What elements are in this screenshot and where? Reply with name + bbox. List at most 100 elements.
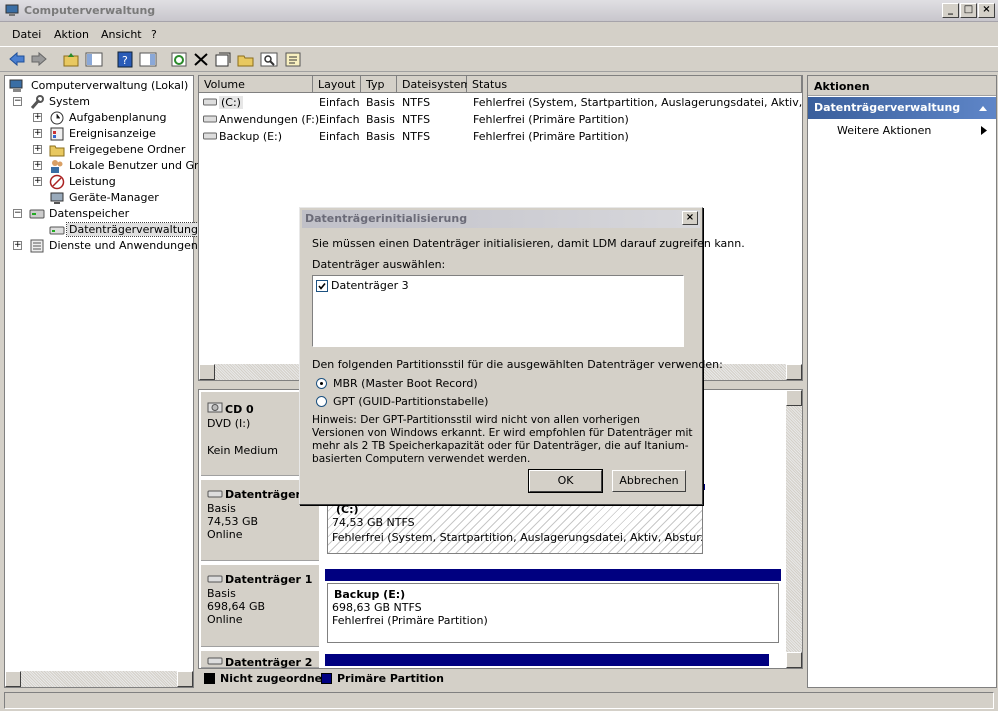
radio-mbr-label[interactable]: MBR (Master Boot Record) [333,377,478,390]
tree-label: Leistung [69,175,116,188]
scroll-up-button[interactable] [786,390,802,406]
tree-label: Datenspeicher [49,207,130,220]
tree-label: Dienste und Anwendungen [49,239,198,252]
tree-label: Geräte-Manager [69,191,159,204]
legend-swatch-primary [321,673,332,684]
menu-datei[interactable]: Datei [12,28,41,41]
disk-state: Online [207,528,243,541]
partition-size: 74,53 GB NTFS [332,516,415,529]
scroll-right-button[interactable] [786,364,802,380]
refresh-icon[interactable] [170,51,188,68]
cancel-button[interactable]: Abbrechen [612,470,686,492]
disk-line: DVD (I:) [207,417,251,430]
actions-section[interactable]: Datenträgerverwaltung [808,97,996,119]
menu-ansicht[interactable]: Ansicht [101,28,142,41]
delete-icon[interactable] [192,51,210,68]
services-icon [30,239,44,253]
window-title: Computerverwaltung [24,4,156,17]
back-icon[interactable] [8,51,26,68]
device-manager-icon [50,192,64,204]
show-hide-tree-icon[interactable] [85,51,103,68]
tree-item-system[interactable]: − System [11,94,191,110]
dialog-intro: Sie müssen einen Datenträger initialisie… [312,237,745,250]
actions-section-label: Datenträgerverwaltung [814,101,961,114]
cell-type: Basis [366,113,395,126]
properties-icon[interactable] [214,51,232,68]
disk-label-1[interactable]: Datenträger 1 Basis 698,64 GB Online [201,565,319,647]
expand-icon[interactable]: + [33,177,42,186]
scroll-right-button[interactable] [177,671,193,687]
status-bar [4,692,994,709]
partition-size: 698,63 GB NTFS [332,601,422,614]
cell-layout: Einfach [319,130,360,143]
more-actions-label: Weitere Aktionen [837,124,932,137]
cell-volume: (C:) [219,96,243,109]
disk-icon [207,490,223,498]
forward-icon[interactable] [30,51,48,68]
collapse-icon[interactable]: − [13,209,22,218]
cell-status: Fehlerfrei (Primäre Partition) [473,113,629,126]
radio-gpt-label[interactable]: GPT (GUID-Partitionstabelle) [333,395,488,408]
shared-folder-icon [49,145,65,157]
clock-icon [50,111,64,125]
up-folder-icon[interactable] [62,51,80,68]
console-tree: Computerverwaltung (Lokal) − System + Au… [4,75,219,688]
disk-name: CD 0 [225,403,254,416]
disk-checkbox[interactable] [316,280,328,292]
cell-fs: NTFS [402,113,431,126]
tree-label: Lokale Benutzer und Grupp [69,159,220,172]
disk-label-2[interactable]: Datenträger 2 [201,651,319,669]
disk-name: Datenträger 2 [225,656,313,669]
select-disk-label: Datenträger auswählen: [312,258,446,271]
column-header-dateisystem[interactable]: Dateisystem [397,76,471,93]
vertical-scrollbar[interactable] [786,406,802,652]
scroll-left-button[interactable] [199,364,215,380]
actions-pane: Aktionen Datenträgerverwaltung Weitere A… [807,75,997,688]
export-list-icon[interactable] [284,51,302,68]
maximize-button[interactable]: □ [960,3,977,18]
column-header-status[interactable]: Status [467,76,802,93]
radio-gpt[interactable] [316,396,327,407]
minimize-button[interactable]: _ [942,3,959,18]
radio-dot [320,382,323,385]
expand-icon[interactable]: + [33,129,42,138]
collapse-up-icon[interactable] [978,104,988,112]
scroll-left-button[interactable] [5,671,21,687]
tree-label: System [49,95,91,108]
performance-icon [49,174,65,190]
cell-layout: Einfach [319,96,360,109]
disk-state: Online [207,613,243,626]
horizontal-scrollbar[interactable] [21,671,177,687]
volume-icon [203,98,217,106]
menu-help[interactable]: ? [151,28,157,41]
column-header-typ[interactable]: Typ [361,76,397,93]
open-folder-icon[interactable] [237,51,255,68]
column-header-layout[interactable]: Layout [313,76,361,93]
cd-drive-icon [207,402,223,413]
search-icon[interactable] [260,51,278,68]
close-button[interactable]: × [978,3,995,18]
event-viewer-icon [50,127,64,141]
help-icon[interactable]: ? [116,51,134,68]
show-hide-action-pane-icon[interactable] [139,51,157,68]
ok-button[interactable]: OK [528,469,603,493]
dialog-close-button[interactable]: × [682,211,698,225]
expand-icon[interactable]: + [13,241,22,250]
collapse-icon[interactable]: − [13,97,22,106]
menu-aktion[interactable]: Aktion [54,28,89,41]
more-actions[interactable]: Weitere Aktionen [808,122,996,140]
computer-management-icon [9,79,23,92]
expand-icon[interactable]: + [33,113,42,122]
column-header-volume[interactable]: Volume [199,76,313,93]
radio-mbr[interactable] [316,378,327,389]
tree-label: Freigegebene Ordner [69,143,186,156]
cell-volume: Anwendungen (F:) [219,113,320,126]
volume-icon [203,115,217,123]
scroll-down-button[interactable] [786,652,802,668]
partition-bar [325,654,769,666]
expand-icon[interactable]: + [33,145,42,154]
disk-type: Basis [207,587,236,600]
partition-e[interactable]: Backup (E:) 698,63 GB NTFS Fehlerfrei (P… [327,583,779,643]
expand-icon[interactable]: + [33,161,42,170]
disk-listbox[interactable]: Datenträger 3 [312,275,684,347]
